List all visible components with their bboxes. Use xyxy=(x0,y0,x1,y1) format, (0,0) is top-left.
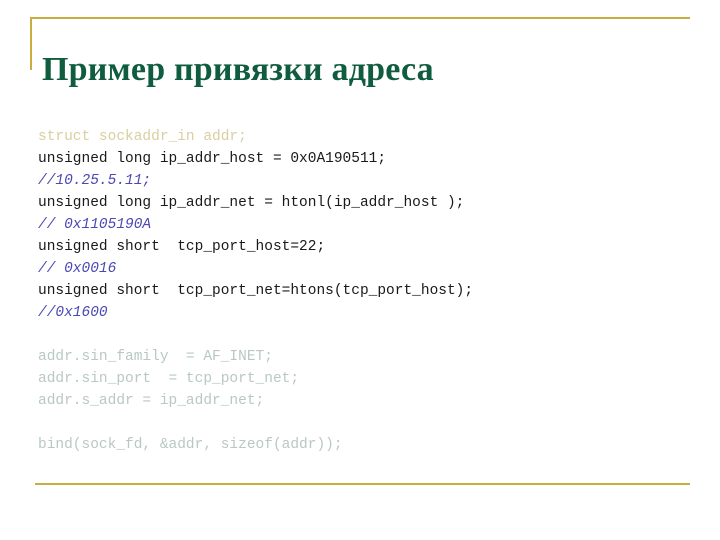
code-line: struct sockaddr_in addr; xyxy=(38,129,247,145)
code-line: bind(sock_fd, &addr, sizeof(addr)); xyxy=(38,437,343,453)
code-line: addr.sin_family = AF_INET; xyxy=(38,349,273,365)
left-accent-rule xyxy=(30,17,32,70)
code-line: unsigned short tcp_port_net=htons(tcp_po… xyxy=(38,283,474,299)
code-line: //10.25.5.11; xyxy=(38,173,152,189)
code-line: unsigned long ip_addr_net = htonl(ip_add… xyxy=(38,195,465,211)
code-line: unsigned short tcp_port_host=22; xyxy=(38,239,326,255)
code-line: addr.s_addr = ip_addr_net; xyxy=(38,393,265,409)
slide-canvas: Пример привязки адреса struct sockaddr_i… xyxy=(0,0,720,540)
top-accent-rule xyxy=(30,17,690,19)
code-line: //0x1600 xyxy=(38,305,108,321)
page-title: Пример привязки адреса xyxy=(42,50,434,88)
code-line: // 0x1105190A xyxy=(38,217,152,233)
bottom-accent-rule xyxy=(35,483,690,485)
code-line: // 0x0016 xyxy=(38,261,117,277)
code-block: struct sockaddr_in addr; unsigned long ip… xyxy=(38,126,698,456)
code-line: addr.sin_port = tcp_port_net; xyxy=(38,371,300,387)
code-line: unsigned long ip_addr_host = 0x0A190511; xyxy=(38,151,387,167)
